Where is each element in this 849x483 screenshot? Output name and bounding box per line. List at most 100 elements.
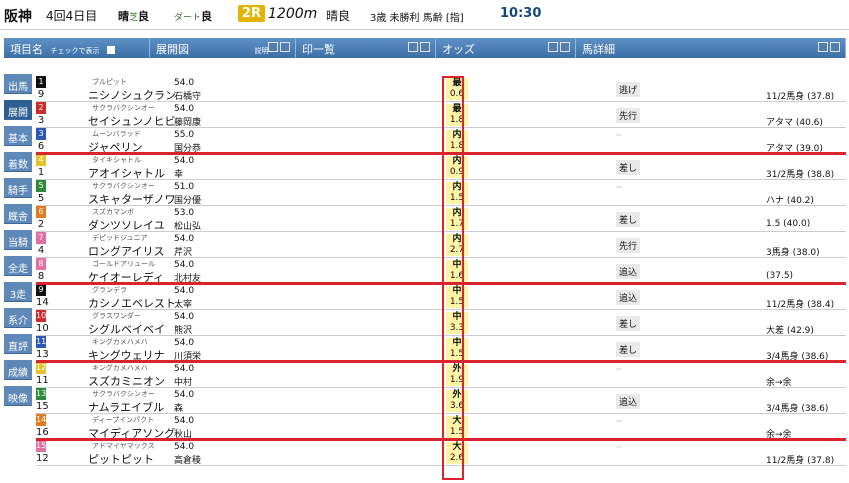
jockey-name[interactable]: 国分優 — [174, 193, 201, 206]
table-row[interactable]: 12 11 キングカメハメハ スズカミニオン 54.0 中村外 1.9 余→余 — [36, 362, 846, 388]
sire-name: ムーンバラッド — [92, 130, 141, 138]
margin-text: 11/2馬身 (37.8) — [766, 456, 835, 466]
odds-highlight-frame — [442, 76, 464, 480]
table-row[interactable]: 15 12 アドマイヤマックス ピットピット 54.0 高倉稜大 2.6 11/2馬身 (37… — [36, 440, 846, 466]
sidebar-item[interactable]: 全走 — [4, 256, 32, 276]
horse-number: 9 — [37, 89, 45, 100]
horse-name[interactable]: スキャターザノワ — [88, 191, 176, 207]
header-timeline[interactable]: 展開図 説明 — [150, 38, 296, 58]
horse-name[interactable]: スズカミニオン — [88, 373, 165, 389]
table-row[interactable]: 7 4 デピッドジュニア ロングアイリス 54.0 芹沢内 2.7 先行 3馬身 (38.0) — [36, 232, 846, 258]
table-row[interactable]: 9 14 グランデラ カシノエベレスト 54.0 太宰中 1.5 追込 11/2馬身 (38.4… — [36, 284, 846, 310]
horse-number: 13 — [36, 349, 49, 360]
horse-name[interactable]: ダンツソレイユ — [88, 217, 165, 233]
detail-toggle-icon[interactable] — [818, 42, 828, 52]
horse-number: 16 — [36, 427, 49, 438]
timeline-toggle-icon[interactable] — [268, 42, 278, 52]
header-items[interactable]: 項目名 チェックで表示 — [4, 38, 150, 58]
sidebar-item[interactable]: 厩舎 — [4, 204, 32, 224]
horse-name[interactable]: ニシノシュクラン — [88, 87, 176, 103]
header-odds[interactable]: オッズ — [436, 38, 576, 58]
horse-weight: 54.0 — [174, 338, 195, 348]
table-row[interactable]: 4 1 タイキシャトル アオイシャトル 54.0 幸内 0.9 差し 31/2馬身 (38.8) — [36, 154, 846, 180]
odds-toggle-icon[interactable] — [548, 42, 558, 52]
horse-name[interactable]: ナムラエイブル — [88, 399, 164, 415]
horse-name[interactable]: アオイシャトル — [88, 165, 165, 181]
header-horse-detail[interactable]: 馬詳細 — [576, 38, 846, 58]
jockey-name[interactable]: 中村 — [174, 375, 192, 388]
sidebar-item[interactable]: 3走 — [4, 282, 32, 302]
margin-text: 大差 (42.9) — [766, 326, 814, 336]
race-header: 阪神 4回4日目 晴芝良 ダート良 2R 1200m 晴良 3歳 未勝利 馬齢 … — [0, 0, 849, 30]
sidebar-item[interactable]: 出馬 — [4, 74, 32, 94]
margin-text: 11/2馬身 (38.4) — [766, 300, 835, 310]
dirt-label: ダート — [174, 13, 202, 23]
jockey-name[interactable]: 高倉稜 — [174, 453, 201, 466]
horse-weight: 54.0 — [174, 156, 195, 166]
sidebar-item[interactable]: 着数 — [4, 152, 32, 172]
frame-number: 3 — [36, 128, 46, 140]
position-tag: 追込 — [616, 264, 641, 279]
table-row[interactable]: 13 15 サクラバクシンオー ナムラエイブル 54.0 森外 3.6 追込 3/4馬身 (38… — [36, 388, 846, 414]
jockey-name[interactable]: 石橋守 — [174, 89, 201, 102]
horse-number: 1 — [37, 167, 45, 178]
horse-name[interactable]: ピットピット — [88, 451, 154, 467]
group-separator — [36, 360, 846, 363]
horse-weight: 54.0 — [174, 416, 195, 426]
table-row[interactable]: 14 16 ディープインパクト マイディアソング 54.0 秋山大 1.5 余→余 — [36, 414, 846, 440]
sidebar-item[interactable]: 基本 — [4, 126, 32, 146]
table-row[interactable]: 6 2 スズカマンボ ダンツソレイユ 53.0 松山弘内 1.7 差し 1.5 (40.0) — [36, 206, 846, 232]
weather-label: 晴 — [118, 10, 129, 23]
sidebar-item[interactable]: 成績 — [4, 360, 32, 380]
sire-name: キングカメハメハ — [92, 338, 148, 346]
weather-turf: 晴芝良 — [118, 8, 149, 24]
jockey-name[interactable]: 熊沢 — [174, 323, 192, 336]
table-row[interactable]: 2 3 サクラバクシンオー セイシュンノヒビ 54.0 藤岡康最 1.8 先行 アタマ (40.… — [36, 102, 846, 128]
horse-weight: 54.0 — [174, 234, 195, 244]
sidebar-item[interactable]: 直評 — [4, 334, 32, 354]
sidebar-item[interactable]: 当騎 — [4, 230, 32, 250]
jockey-name[interactable]: 芹沢 — [174, 245, 192, 258]
timeline-close-icon[interactable] — [280, 42, 290, 52]
sidebar-item[interactable]: 騎手 — [4, 178, 32, 198]
table-row[interactable]: 8 8 ゴールドアリュール ケイオーレディ 54.0 北村友中 1.6 追込 (37.5) — [36, 258, 846, 284]
table-row[interactable]: 5 5 サクラバクシンオー スキャターザノワ 51.0 国分優内 1.5 ハナ (40.2) — [36, 180, 846, 206]
horse-weight: 54.0 — [174, 364, 195, 374]
horse-name[interactable]: セイシュンノヒビ — [88, 113, 175, 129]
table-row[interactable]: 1 9 ブルピット ニシノシュクラン 54.0 石橋守最 0.6 逃げ 11/2馬身 (37.8… — [36, 76, 846, 102]
jockey-name[interactable]: 森 — [174, 401, 183, 414]
margin-text: 余→余 — [766, 378, 792, 388]
printlist-close-icon[interactable] — [420, 42, 430, 52]
horse-number: 12 — [36, 453, 49, 464]
jockey-name[interactable]: 松山弘 — [174, 219, 201, 232]
sire-name: デピッドジュニア — [92, 234, 148, 242]
jockey-name[interactable]: 幸 — [174, 167, 183, 180]
sire-name: ブルピット — [92, 78, 127, 86]
jockey-name[interactable]: 藤岡康 — [174, 115, 201, 128]
sidebar-item[interactable]: 展開 — [4, 100, 32, 120]
frame-number: 11 — [36, 336, 47, 348]
header-printlist[interactable]: 印一覧 — [296, 38, 436, 58]
odds-close-icon[interactable] — [560, 42, 570, 52]
horse-weight: 54.0 — [174, 78, 195, 88]
horse-name[interactable]: カシノエベレスト — [88, 295, 176, 311]
margin-text: 11/2馬身 (37.8) — [766, 92, 835, 102]
printlist-toggle-icon[interactable] — [408, 42, 418, 52]
items-checkbox[interactable] — [107, 46, 115, 54]
sire-name: グラスワンダー — [92, 312, 141, 320]
jockey-name[interactable]: 太宰 — [174, 297, 192, 310]
frame-number: 15 — [36, 440, 47, 452]
table-row[interactable]: 3 6 ムーンバラッド ジャペリン 55.0 国分恭内 1.8 アタマ (39.0) — [36, 128, 846, 154]
horse-weight: 54.0 — [174, 312, 195, 322]
horse-name[interactable]: シグルベイベイ — [88, 321, 165, 337]
table-row[interactable]: 10 10 グラスワンダー シグルベイベイ 54.0 熊沢中 3.3 差し 大差 (42.9) — [36, 310, 846, 336]
position-tag: 追込 — [616, 394, 641, 409]
horse-number: 2 — [37, 219, 45, 230]
horse-name[interactable]: ロングアイリス — [88, 243, 164, 259]
table-row[interactable]: 11 13 キングカメハメハ キングウェリナ 54.0 川須栄中 1.5 差し 3/4馬身 (3… — [36, 336, 846, 362]
detail-close-icon[interactable] — [830, 42, 840, 52]
sidebar-item[interactable]: 系介 — [4, 308, 32, 328]
sidebar-item[interactable]: 映像 — [4, 386, 32, 406]
frame-number: 12 — [36, 362, 47, 374]
sire-name: サクラバクシンオー — [92, 104, 155, 112]
